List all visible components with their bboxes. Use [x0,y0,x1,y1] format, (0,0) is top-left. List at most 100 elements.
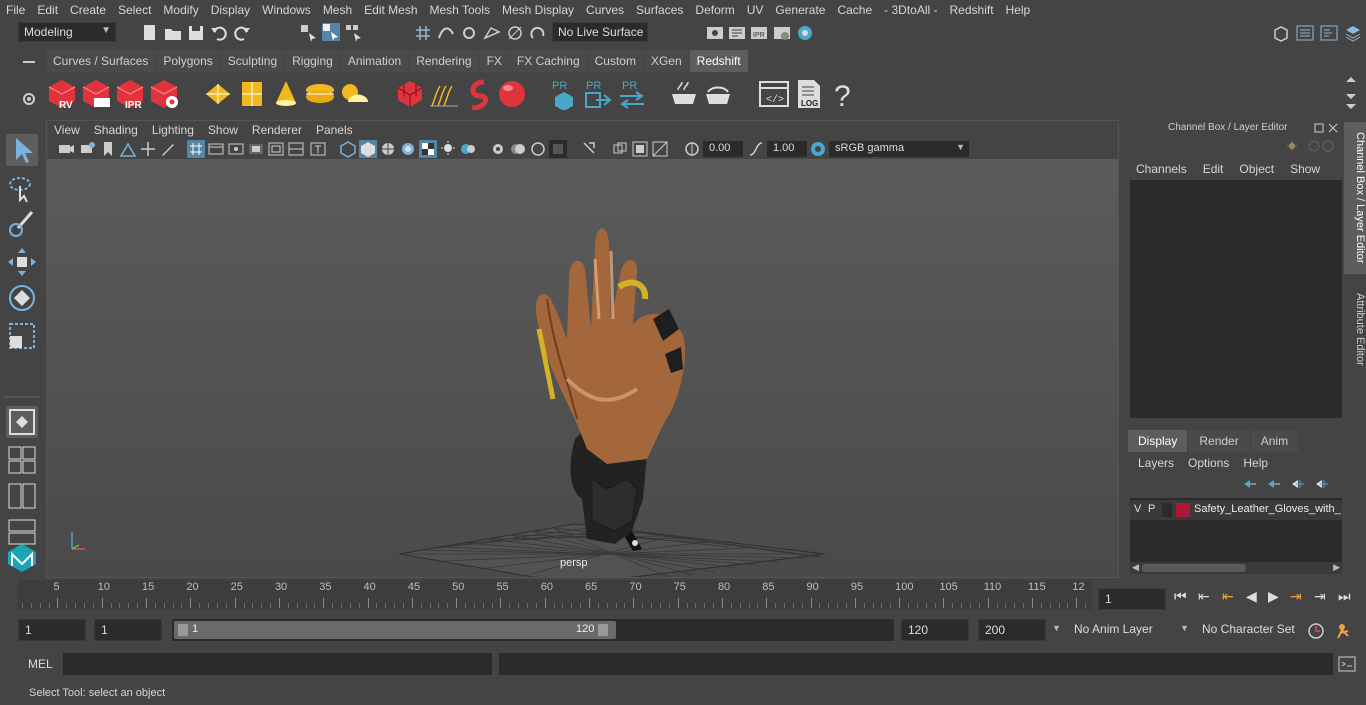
lasso-tool-button[interactable] [6,172,38,204]
play-forwards-icon[interactable]: ▶ [1268,588,1279,605]
single-view-layout-button[interactable] [6,406,38,438]
2d-pan-zoom-icon[interactable] [139,140,157,158]
menu-curves[interactable]: Curves [580,3,630,17]
step-back-frame-icon[interactable]: ⇤ [1222,588,1234,605]
channel-box-menu-channels[interactable]: Channels [1136,162,1187,176]
toggle-channel-box-icon[interactable] [1344,24,1362,42]
scroll-right-icon[interactable]: ▶ [1333,562,1340,573]
layer-menu-options[interactable]: Options [1188,456,1229,470]
toggle-tool-settings-icon[interactable] [1320,24,1338,42]
bake-icon[interactable] [668,78,700,110]
mode-selector[interactable]: Modeling ▼ [18,22,116,42]
redshift-sun-sky-icon[interactable] [338,78,370,110]
shelf-tab-curves-surfaces[interactable]: Curves / Surfaces [46,50,156,72]
workspace-icon[interactable] [1272,24,1290,42]
redshift-hair-icon[interactable] [428,78,460,110]
snap-grid-icon[interactable] [414,24,432,42]
auto-key-icon[interactable] [1306,621,1326,641]
viewport-canvas[interactable]: persp [47,159,1118,577]
shelf-tab-fx-caching[interactable]: FX Caching [509,50,587,72]
field-chart-icon[interactable] [267,140,285,158]
layer-tab-display[interactable]: Display [1128,430,1188,452]
redshift-settings-icon[interactable] [148,78,180,110]
layer-menu-help[interactable]: Help [1243,456,1268,470]
pr-proxy-swap-icon[interactable]: PR [616,78,648,110]
safe-action-icon[interactable] [287,140,305,158]
isolate-select-icon[interactable] [549,140,567,158]
shelf-tab-sculpting[interactable]: Sculpting [220,50,285,72]
play-backwards-icon[interactable]: ◀ [1246,588,1257,605]
menu-file[interactable]: File [0,3,31,17]
textured-icon[interactable] [399,140,417,158]
shelf-menu-icon[interactable] [20,54,38,72]
range-slider-bar[interactable] [174,621,616,639]
menu-uv[interactable]: UV [741,3,770,17]
menu-windows[interactable]: Windows [256,3,317,17]
menu-select[interactable]: Select [112,3,157,17]
shelf-tab-polygons[interactable]: Polygons [156,50,220,72]
snap-curve-icon[interactable] [437,24,455,42]
undo-icon[interactable] [210,24,228,42]
step-back-key-icon[interactable]: ⇤ [1198,588,1210,605]
ipr-render-icon[interactable]: IPR [750,24,768,42]
menu-edit[interactable]: Edit [31,3,64,17]
playback-end-field[interactable]: 120 [901,619,969,641]
film-gate-icon[interactable] [207,140,225,158]
snap-point-icon[interactable] [460,24,478,42]
viewport-menu-renderer[interactable]: Renderer [245,123,309,137]
shadows-icon[interactable] [439,140,457,158]
redshift-proxy-icon[interactable] [394,78,426,110]
command-input[interactable] [63,653,492,675]
layer-reference-toggle[interactable] [1162,503,1172,517]
channel-box-menu-show[interactable]: Show [1290,162,1320,176]
script-editor-icon[interactable]: </> [758,78,790,110]
command-language-label[interactable]: MEL [28,657,53,671]
side-by-side-layout-button[interactable] [6,480,38,512]
range-handle-left[interactable] [178,624,188,636]
live-surface-field[interactable]: No Live Surface [552,22,648,42]
gamma-icon[interactable] [747,140,765,158]
animation-preferences-icon[interactable] [1334,621,1354,641]
layer-name[interactable]: Safety_Leather_Gloves_with_ [1194,503,1341,515]
resolution-gate-icon[interactable] [227,140,245,158]
channel-box-menu-edit[interactable]: Edit [1203,162,1224,176]
multisample-aa-icon[interactable] [509,140,527,158]
pr-proxy-import-icon[interactable]: PR [582,78,614,110]
menu-surfaces[interactable]: Surfaces [630,3,689,17]
wireframe-icon[interactable] [339,140,357,158]
layer-list-scrollbar[interactable]: ◀ ▶ [1130,562,1342,574]
channel-box-area[interactable] [1130,180,1342,418]
gamma-field[interactable]: 1.00 [767,141,807,157]
redshift-render-sequence-icon[interactable] [80,78,112,110]
shelf-tab-rendering[interactable]: Rendering [409,50,479,72]
menu-redshift[interactable]: Redshift [944,3,1000,17]
scale-tool-button[interactable] [6,320,38,352]
redshift-render-view-icon[interactable]: RV [46,78,78,110]
maya-home-button[interactable] [6,542,38,574]
viewport-menu-shading[interactable]: Shading [87,123,145,137]
select-tool-button[interactable] [6,134,38,166]
shelf-tab-fx[interactable]: FX [479,50,509,72]
use-all-lights-icon[interactable] [419,140,437,158]
scrollbar-thumb[interactable] [1142,564,1246,572]
save-scene-icon[interactable] [187,24,205,42]
exposure-icon[interactable] [683,140,701,158]
range-handle-right[interactable] [598,624,608,636]
open-scene-icon[interactable] [164,24,182,42]
backface-culling-icon[interactable] [651,140,669,158]
render-globe-icon[interactable] [796,24,814,42]
bake-sets-icon[interactable] [702,78,734,110]
time-slider[interactable]: 5 10 15 20 25 30 35 40 45 50 55 60 65 70 75 80 85 90 95 100… [18,580,1092,610]
layer-tab-render[interactable]: Render [1189,430,1249,452]
shelf-settings-gear-icon[interactable] [20,90,38,108]
redshift-dome-light-icon[interactable] [304,78,336,110]
side-tab-channel-box[interactable]: Channel Box / Layer Editor [1344,122,1366,274]
grid-toggle-icon[interactable] [187,140,205,158]
paint-select-tool-button[interactable] [6,208,38,240]
redshift-light-rect-icon[interactable] [202,78,234,110]
menu-modify[interactable]: Modify [157,3,204,17]
render-view-icon[interactable] [728,24,746,42]
redshift-sphere-object-icon[interactable] [496,78,528,110]
menu-3dtoall[interactable]: - 3DtoAll - [878,3,943,17]
shelf-tab-animation[interactable]: Animation [340,50,409,72]
